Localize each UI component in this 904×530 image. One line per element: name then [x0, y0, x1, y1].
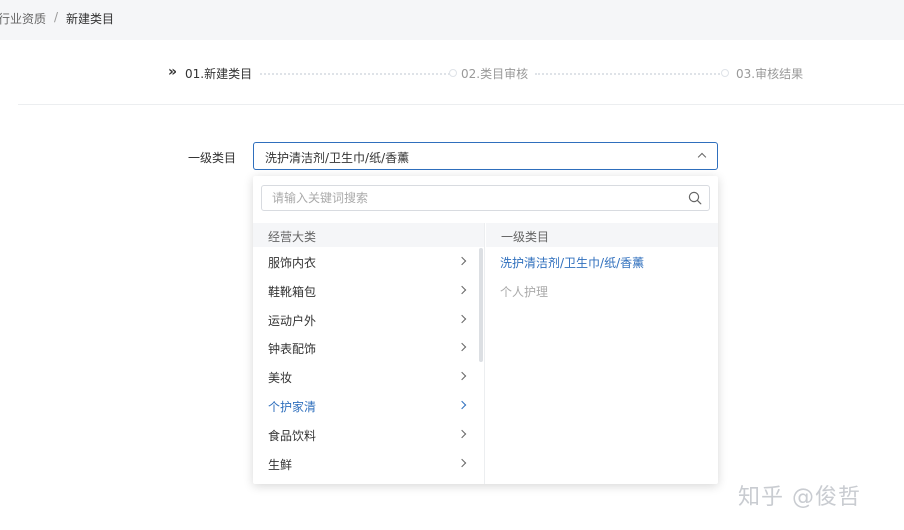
chevron-right-icon	[457, 285, 467, 295]
list-item-food-drinks[interactable]: 食品饮料	[253, 420, 478, 449]
business-category-header-label: 经营大类	[268, 230, 317, 244]
chevron-right-icon	[457, 343, 467, 352]
scrollbar[interactable]	[479, 248, 483, 362]
list-item-sports-outdoor[interactable]: 运动户外	[253, 305, 478, 334]
list-item-label: 服饰内衣	[268, 256, 317, 270]
chevron-up-icon	[697, 152, 707, 162]
category-select-value: 洗护清洁剂/卫生巾/纸/香薰	[265, 151, 410, 165]
step-2-circle-icon	[449, 69, 457, 77]
sub-item-cleaning-tissue-fragrance[interactable]: 洗护清洁剂/卫生巾/纸/香薰	[486, 247, 718, 276]
sub-item-label: 洗护清洁剂/卫生巾/纸/香薰	[500, 256, 645, 270]
divider	[18, 104, 904, 105]
category-select[interactable]: 洗护清洁剂/卫生巾/纸/香薰	[253, 142, 718, 170]
list-item-shoes-bags[interactable]: 鞋靴箱包	[253, 276, 478, 305]
list-item-label: 运动户外	[268, 313, 317, 328]
chevron-right-icon	[457, 400, 467, 410]
business-category-list: 服饰内衣 鞋靴箱包 运动户外 钟表配饰 美妆 个护家清 食品饮料 生鲜	[253, 247, 478, 477]
list-item-label: 生鲜	[268, 457, 293, 472]
list-item-personal-home-care[interactable]: 个护家清	[253, 391, 478, 420]
breadcrumb-bar: 行业资质 / 新建类目	[0, 0, 904, 40]
list-item-watches-accessories[interactable]: 钟表配饰	[253, 333, 478, 362]
chevron-right-icon	[457, 371, 467, 381]
breadcrumb-link-industry-qualification[interactable]: 行业资质	[0, 10, 46, 27]
list-item-fresh-food[interactable]: 生鲜	[253, 449, 478, 478]
sub-item-label: 个人护理	[500, 284, 549, 299]
chevron-right-icon	[457, 429, 467, 439]
breadcrumb-current: 新建类目	[66, 12, 115, 26]
breadcrumb-separator: /	[54, 10, 59, 24]
watermark: 知乎 @俊哲	[738, 485, 861, 510]
double-chevron-right-icon: »	[168, 64, 178, 80]
step-3-label: 03.审核结果	[736, 67, 804, 81]
category-dropdown-panel: 经营大类 一级类目 服饰内衣 鞋靴箱包 运动户外 钟表配饰 美妆 个护家清	[253, 176, 718, 484]
step-3-circle-icon	[721, 69, 729, 77]
chevron-right-icon	[457, 256, 467, 266]
primary-category-header: 一级类目	[486, 223, 718, 247]
primary-category-list: 洗护清洁剂/卫生巾/纸/香薰 个人护理	[486, 247, 718, 305]
search-icon[interactable]	[688, 191, 702, 205]
list-item-apparel[interactable]: 服饰内衣	[253, 247, 478, 276]
chevron-right-icon	[457, 314, 467, 323]
list-item-label: 个护家清	[268, 399, 317, 414]
step-indicator: » 01.新建类目 02.类目审核 03.审核结果	[0, 58, 904, 88]
search-input[interactable]	[262, 186, 682, 210]
business-category-header: 经营大类	[253, 223, 484, 247]
search-field	[261, 185, 710, 211]
list-item-label: 钟表配饰	[268, 342, 317, 357]
chevron-right-icon	[457, 458, 467, 467]
step-connector	[260, 73, 450, 75]
list-item-beauty[interactable]: 美妆	[253, 362, 478, 391]
primary-category-header-label: 一级类目	[501, 230, 550, 244]
step-2-label: 02.类目审核	[461, 67, 529, 81]
column-divider	[484, 223, 485, 484]
list-item-label: 食品饮料	[268, 428, 317, 443]
list-item-label: 鞋靴箱包	[268, 284, 317, 299]
list-item-label: 美妆	[268, 371, 293, 386]
sub-item-personal-care[interactable]: 个人护理	[486, 276, 718, 305]
step-connector	[535, 73, 720, 75]
category-field-label: 一级类目	[188, 151, 237, 165]
step-1-label: 01.新建类目	[185, 67, 253, 81]
